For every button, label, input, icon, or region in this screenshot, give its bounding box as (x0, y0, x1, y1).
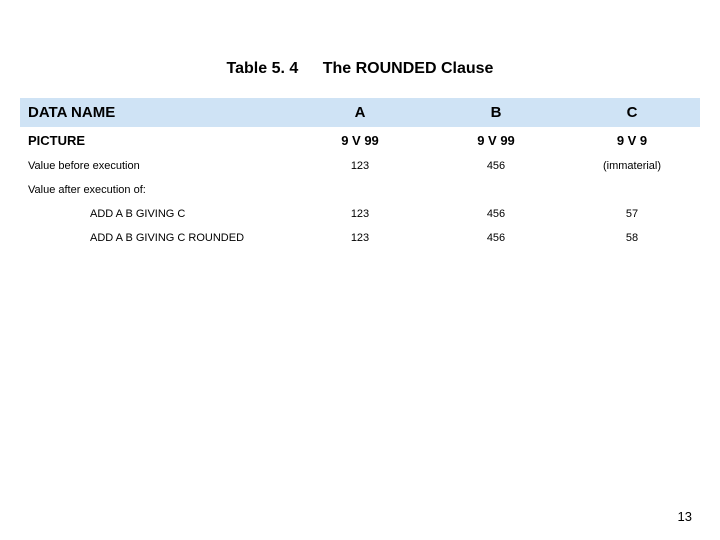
slide: Table 5. 4 The ROUNDED Clause DATA NAME … (0, 0, 720, 540)
table-row: ADD A B GIVING C ROUNDED 123 456 58 (20, 226, 700, 250)
section-label: Value after execution of: (20, 178, 700, 202)
header-col-b: B (428, 98, 564, 127)
picture-c: 9 V 9 (564, 127, 700, 154)
row-b: 456 (428, 202, 564, 226)
table-number: Table 5. 4 (227, 60, 299, 78)
row-label: Value before execution (20, 154, 292, 178)
row-label: ADD A B GIVING C (20, 202, 292, 226)
header-col-a: A (292, 98, 428, 127)
table-title-text: The ROUNDED Clause (323, 60, 494, 78)
picture-a: 9 V 99 (292, 127, 428, 154)
row-a: 123 (292, 226, 428, 250)
header-col-c: C (564, 98, 700, 127)
table-row: Value before execution 123 456 (immateri… (20, 154, 700, 178)
section-header-row: Value after execution of: (20, 178, 700, 202)
table-title: Table 5. 4 The ROUNDED Clause (20, 60, 700, 78)
header-label: DATA NAME (20, 98, 292, 127)
row-b: 456 (428, 226, 564, 250)
row-c: 58 (564, 226, 700, 250)
table-row: ADD A B GIVING C 123 456 57 (20, 202, 700, 226)
row-a: 123 (292, 202, 428, 226)
row-a: 123 (292, 154, 428, 178)
row-label: ADD A B GIVING C ROUNDED (20, 226, 292, 250)
row-c: 57 (564, 202, 700, 226)
table-header-row: DATA NAME A B C (20, 98, 700, 127)
picture-b: 9 V 99 (428, 127, 564, 154)
picture-row: PICTURE 9 V 99 9 V 99 9 V 9 (20, 127, 700, 154)
page-number: 13 (678, 509, 692, 524)
rounded-clause-table: DATA NAME A B C PICTURE 9 V 99 9 V 99 9 … (20, 98, 700, 250)
row-b: 456 (428, 154, 564, 178)
row-c: (immaterial) (564, 154, 700, 178)
picture-label: PICTURE (20, 127, 292, 154)
